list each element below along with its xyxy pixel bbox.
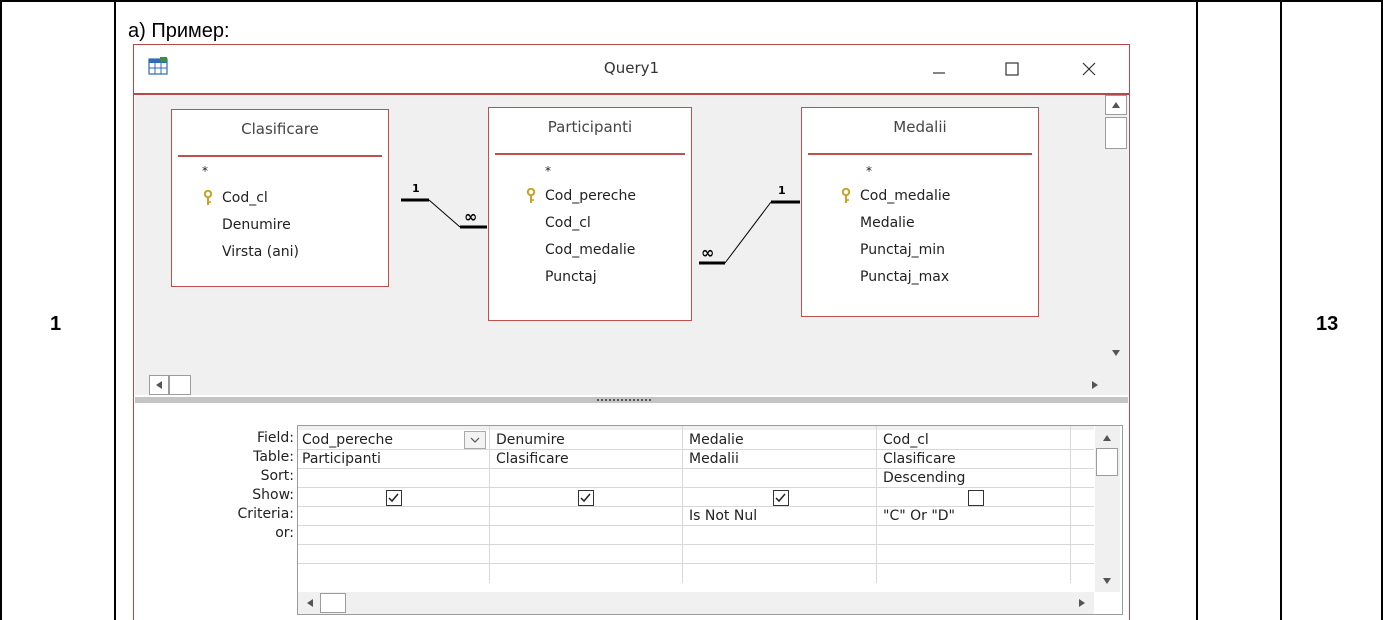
design-pane-horizontal-scrollbar[interactable] xyxy=(149,375,1105,395)
row-label-field: Field: xyxy=(256,430,294,446)
query-window: Query1 Clasificare * Cod_cl Denumire Vir… xyxy=(133,44,1130,620)
scroll-up-button[interactable] xyxy=(1105,95,1127,115)
cell-field[interactable]: Denumire xyxy=(496,432,565,448)
arrow-left-icon xyxy=(307,599,313,607)
row-label-sort: Sort: xyxy=(260,468,294,484)
cell-criteria[interactable]: "C" Or "D" xyxy=(883,508,955,524)
query-design-grid: Cod_pereche Participanti Denumire Clasif… xyxy=(297,425,1123,615)
relation-one-label: 1 xyxy=(778,184,786,197)
grid-column-2[interactable]: Denumire Clasificare xyxy=(490,426,683,583)
show-checkbox[interactable] xyxy=(578,490,594,506)
arrow-right-icon xyxy=(1092,381,1098,389)
scroll-right-button[interactable] xyxy=(1072,593,1092,613)
table-col-divider-1 xyxy=(114,0,116,620)
scroll-thumb[interactable] xyxy=(320,593,346,613)
cell-criteria[interactable]: Is Not Nul xyxy=(689,508,757,524)
show-checkbox[interactable] xyxy=(968,490,984,506)
row-number: 1 xyxy=(50,313,62,335)
arrow-down-icon xyxy=(1103,578,1111,584)
grid-column-3[interactable]: Medalie Medalii Is Not Nul xyxy=(683,426,877,583)
title-bar: Query1 xyxy=(134,45,1129,93)
cell-field[interactable]: Cod_cl xyxy=(883,432,929,448)
window-title: Query1 xyxy=(603,59,660,77)
scroll-right-button[interactable] xyxy=(1085,375,1105,395)
checkmark-icon xyxy=(388,493,399,503)
field-dropdown-button[interactable] xyxy=(464,431,486,449)
table-col-divider-3 xyxy=(1280,0,1282,620)
show-checkbox[interactable] xyxy=(386,490,402,506)
row-label-criteria: Criteria: xyxy=(237,506,294,522)
table-top-border xyxy=(0,0,1383,2)
relation-one-label: 1 xyxy=(412,182,420,195)
relation-many-label: ∞ xyxy=(701,243,714,262)
row-score: 13 xyxy=(1316,313,1339,335)
relation-medalii-participanti[interactable]: 1 ∞ xyxy=(699,184,800,265)
arrow-right-icon xyxy=(1079,599,1085,607)
grid-vertical-scrollbar[interactable] xyxy=(1095,426,1120,592)
maximize-icon xyxy=(1005,62,1019,76)
grid-column-4[interactable]: Cod_cl Clasificare Descending "C" Or "D" xyxy=(877,426,1071,583)
scroll-left-button[interactable] xyxy=(300,593,320,613)
grid-column-1[interactable]: Cod_pereche Participanti xyxy=(298,426,490,583)
close-button[interactable] xyxy=(1074,55,1104,83)
cell-table[interactable]: Medalii xyxy=(689,451,739,467)
row-label-table: Table: xyxy=(253,449,294,465)
arrow-up-icon xyxy=(1112,102,1120,108)
arrow-up-icon xyxy=(1103,435,1111,441)
scroll-left-button[interactable] xyxy=(149,375,169,395)
cell-table[interactable]: Clasificare xyxy=(496,451,569,467)
example-label: а) Пример: xyxy=(128,20,230,42)
cell-sort[interactable]: Descending xyxy=(883,470,965,486)
minimize-button[interactable] xyxy=(924,55,954,83)
scroll-up-button[interactable] xyxy=(1096,428,1118,448)
table-left-border xyxy=(0,0,2,620)
grid-horizontal-scrollbar[interactable] xyxy=(298,592,1094,614)
relation-clasificare-participanti[interactable]: 1 ∞ xyxy=(401,182,487,229)
show-checkbox[interactable] xyxy=(773,490,789,506)
row-label-show: Show: xyxy=(252,487,294,503)
close-icon xyxy=(1082,62,1096,76)
scroll-thumb[interactable] xyxy=(169,375,191,395)
relationship-lines: 1 ∞ 1 ∞ xyxy=(401,182,800,265)
cell-table[interactable]: Clasificare xyxy=(883,451,956,467)
splitter-grip-icon[interactable] xyxy=(597,399,651,403)
cell-field[interactable]: Medalie xyxy=(689,432,744,448)
design-pane-vertical-scrollbar[interactable] xyxy=(1105,95,1127,375)
minimize-icon xyxy=(933,72,945,74)
cell-table[interactable]: Participanti xyxy=(302,451,381,467)
row-label-or: or: xyxy=(275,525,294,541)
scroll-thumb[interactable] xyxy=(1105,117,1127,149)
checkmark-icon xyxy=(580,493,591,503)
relation-many-label: ∞ xyxy=(464,207,477,226)
cell-field[interactable]: Cod_pereche xyxy=(302,432,393,448)
maximize-button[interactable] xyxy=(997,55,1027,83)
table-col-divider-2 xyxy=(1196,0,1198,620)
arrow-down-icon xyxy=(1112,350,1120,356)
checkmark-icon xyxy=(775,493,786,503)
scroll-thumb[interactable] xyxy=(1096,448,1118,476)
scroll-down-button[interactable] xyxy=(1105,343,1127,363)
chevron-down-icon xyxy=(470,437,480,443)
arrow-left-icon xyxy=(156,381,162,389)
scroll-down-button[interactable] xyxy=(1096,572,1118,590)
table-design-pane: Clasificare * Cod_cl Denumire Virsta (an… xyxy=(135,95,1128,395)
